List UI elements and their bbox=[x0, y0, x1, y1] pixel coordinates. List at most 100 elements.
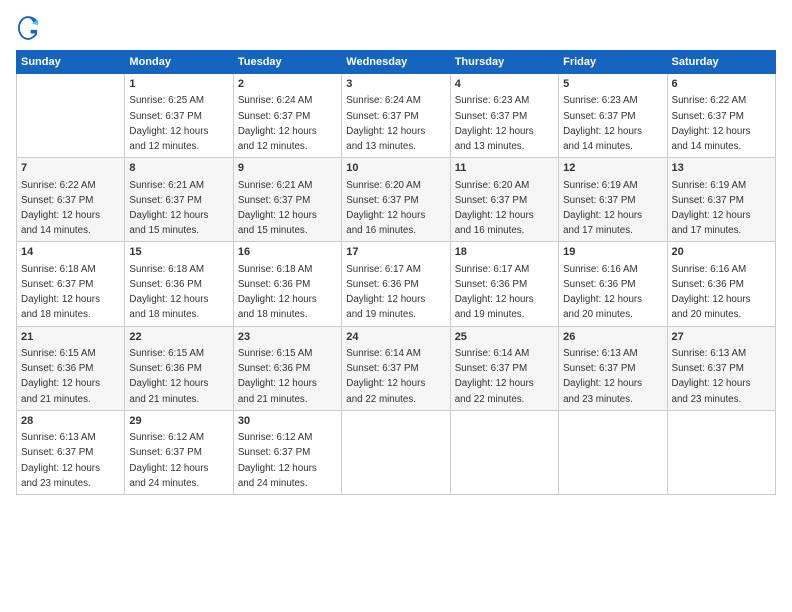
day-number: 13 bbox=[672, 161, 771, 176]
header-cell-thursday: Thursday bbox=[450, 51, 558, 74]
calendar-cell: 7 Sunrise: 6:22 AM Sunset: 6:37 PM Daylig… bbox=[17, 158, 125, 242]
day-number: 1 bbox=[129, 77, 228, 92]
calendar-cell: 10 Sunrise: 6:20 AM Sunset: 6:37 PM Dayli… bbox=[342, 158, 450, 242]
calendar-cell: 12 Sunrise: 6:19 AM Sunset: 6:37 PM Dayli… bbox=[559, 158, 667, 242]
week-row-4: 28 Sunrise: 6:13 AM Sunset: 6:37 PM Dayli… bbox=[17, 410, 776, 494]
calendar-cell: 1 Sunrise: 6:25 AM Sunset: 6:37 PM Daylig… bbox=[125, 74, 233, 158]
day-number: 27 bbox=[672, 330, 771, 345]
day-number: 6 bbox=[672, 77, 771, 92]
calendar-cell: 29Sunrise: 6:12 AM Sunset: 6:37 PM Dayli… bbox=[125, 410, 233, 494]
calendar-cell: 16Sunrise: 6:18 AM Sunset: 6:36 PM Dayli… bbox=[233, 242, 341, 326]
header-cell-monday: Monday bbox=[125, 51, 233, 74]
calendar-cell: 14 Sunrise: 6:18 AM Sunset: 6:37 PM Dayli… bbox=[17, 242, 125, 326]
day-number: 11 bbox=[455, 161, 554, 176]
day-info: Sunrise: 6:14 AM Sunset: 6:37 PM Dayligh… bbox=[346, 348, 425, 405]
calendar-cell: 19 Sunrise: 6:16 AM Sunset: 6:36 PM Dayli… bbox=[559, 242, 667, 326]
day-info: Sunrise: 6:13 AM Sunset: 6:37 PM Dayligh… bbox=[563, 348, 642, 405]
week-row-3: 21 Sunrise: 6:15 AM Sunset: 6:36 PM Dayli… bbox=[17, 326, 776, 410]
calendar-cell: 23Sunrise: 6:15 AM Sunset: 6:36 PM Dayli… bbox=[233, 326, 341, 410]
header-row: SundayMondayTuesdayWednesdayThursdayFrid… bbox=[17, 51, 776, 74]
day-info: Sunrise: 6:16 AM Sunset: 6:36 PM Dayligh… bbox=[563, 264, 642, 321]
day-info: Sunrise: 6:21 AM Sunset: 6:37 PM Dayligh… bbox=[129, 180, 208, 237]
calendar-cell: 22 Sunrise: 6:15 AM Sunset: 6:36 PM Dayli… bbox=[125, 326, 233, 410]
day-info: Sunrise: 6:14 AM Sunset: 6:37 PM Dayligh… bbox=[455, 348, 534, 405]
week-row-2: 14 Sunrise: 6:18 AM Sunset: 6:37 PM Dayli… bbox=[17, 242, 776, 326]
calendar-cell: 17 Sunrise: 6:17 AM Sunset: 6:36 PM Dayli… bbox=[342, 242, 450, 326]
day-number: 4 bbox=[455, 77, 554, 92]
week-row-0: 1 Sunrise: 6:25 AM Sunset: 6:37 PM Daylig… bbox=[17, 74, 776, 158]
day-number: 16 bbox=[238, 245, 337, 260]
calendar-cell bbox=[559, 410, 667, 494]
header-cell-saturday: Saturday bbox=[667, 51, 775, 74]
day-info: Sunrise: 6:22 AM Sunset: 6:37 PM Dayligh… bbox=[21, 180, 100, 237]
calendar-cell: 5 Sunrise: 6:23 AM Sunset: 6:37 PM Daylig… bbox=[559, 74, 667, 158]
day-info: Sunrise: 6:20 AM Sunset: 6:37 PM Dayligh… bbox=[455, 180, 534, 237]
calendar-table: SundayMondayTuesdayWednesdayThursdayFrid… bbox=[16, 50, 776, 495]
day-info: Sunrise: 6:25 AM Sunset: 6:37 PM Dayligh… bbox=[129, 95, 208, 152]
day-number: 8 bbox=[129, 161, 228, 176]
day-number: 30 bbox=[238, 414, 337, 429]
calendar-cell: 20 Sunrise: 6:16 AM Sunset: 6:36 PM Dayli… bbox=[667, 242, 775, 326]
calendar-cell bbox=[17, 74, 125, 158]
day-info: Sunrise: 6:15 AM Sunset: 6:36 PM Dayligh… bbox=[238, 348, 317, 405]
day-number: 22 bbox=[129, 330, 228, 345]
day-info: Sunrise: 6:16 AM Sunset: 6:36 PM Dayligh… bbox=[672, 264, 751, 321]
day-number: 15 bbox=[129, 245, 228, 260]
header-cell-wednesday: Wednesday bbox=[342, 51, 450, 74]
calendar-cell: 6Sunrise: 6:22 AM Sunset: 6:37 PM Daylig… bbox=[667, 74, 775, 158]
calendar-cell: 28 Sunrise: 6:13 AM Sunset: 6:37 PM Dayli… bbox=[17, 410, 125, 494]
day-number: 18 bbox=[455, 245, 554, 260]
day-number: 12 bbox=[563, 161, 662, 176]
day-number: 19 bbox=[563, 245, 662, 260]
day-number: 2 bbox=[238, 77, 337, 92]
calendar-cell bbox=[342, 410, 450, 494]
day-info: Sunrise: 6:13 AM Sunset: 6:37 PM Dayligh… bbox=[672, 348, 751, 405]
calendar-cell bbox=[667, 410, 775, 494]
day-number: 25 bbox=[455, 330, 554, 345]
calendar-cell: 2 Sunrise: 6:24 AM Sunset: 6:37 PM Daylig… bbox=[233, 74, 341, 158]
calendar-cell: 26 Sunrise: 6:13 AM Sunset: 6:37 PM Dayli… bbox=[559, 326, 667, 410]
calendar-cell: 8 Sunrise: 6:21 AM Sunset: 6:37 PM Daylig… bbox=[125, 158, 233, 242]
day-info: Sunrise: 6:24 AM Sunset: 6:37 PM Dayligh… bbox=[238, 95, 317, 152]
header-cell-friday: Friday bbox=[559, 51, 667, 74]
day-info: Sunrise: 6:18 AM Sunset: 6:37 PM Dayligh… bbox=[21, 264, 100, 321]
day-number: 17 bbox=[346, 245, 445, 260]
calendar-cell: 4 Sunrise: 6:23 AM Sunset: 6:37 PM Daylig… bbox=[450, 74, 558, 158]
day-number: 10 bbox=[346, 161, 445, 176]
day-info: Sunrise: 6:17 AM Sunset: 6:36 PM Dayligh… bbox=[346, 264, 425, 321]
calendar-cell bbox=[450, 410, 558, 494]
calendar-cell: 11 Sunrise: 6:20 AM Sunset: 6:37 PM Dayli… bbox=[450, 158, 558, 242]
week-row-1: 7 Sunrise: 6:22 AM Sunset: 6:37 PM Daylig… bbox=[17, 158, 776, 242]
day-number: 20 bbox=[672, 245, 771, 260]
day-info: Sunrise: 6:19 AM Sunset: 6:37 PM Dayligh… bbox=[563, 180, 642, 237]
calendar-cell: 18 Sunrise: 6:17 AM Sunset: 6:36 PM Dayli… bbox=[450, 242, 558, 326]
day-info: Sunrise: 6:13 AM Sunset: 6:37 PM Dayligh… bbox=[21, 432, 100, 489]
day-number: 3 bbox=[346, 77, 445, 92]
day-number: 14 bbox=[21, 245, 120, 260]
calendar-cell: 25 Sunrise: 6:14 AM Sunset: 6:37 PM Dayli… bbox=[450, 326, 558, 410]
calendar-cell: 27 Sunrise: 6:13 AM Sunset: 6:37 PM Dayli… bbox=[667, 326, 775, 410]
day-number: 5 bbox=[563, 77, 662, 92]
header bbox=[16, 16, 776, 40]
logo bbox=[16, 16, 40, 40]
day-number: 26 bbox=[563, 330, 662, 345]
day-info: Sunrise: 6:20 AM Sunset: 6:37 PM Dayligh… bbox=[346, 180, 425, 237]
page: SundayMondayTuesdayWednesdayThursdayFrid… bbox=[0, 0, 792, 612]
day-info: Sunrise: 6:15 AM Sunset: 6:36 PM Dayligh… bbox=[21, 348, 100, 405]
day-info: Sunrise: 6:17 AM Sunset: 6:36 PM Dayligh… bbox=[455, 264, 534, 321]
logo-icon bbox=[18, 16, 38, 40]
header-cell-sunday: Sunday bbox=[17, 51, 125, 74]
day-info: Sunrise: 6:12 AM Sunset: 6:37 PM Dayligh… bbox=[238, 432, 317, 489]
day-info: Sunrise: 6:24 AM Sunset: 6:37 PM Dayligh… bbox=[346, 95, 425, 152]
calendar-cell: 15 Sunrise: 6:18 AM Sunset: 6:36 PM Dayli… bbox=[125, 242, 233, 326]
day-number: 21 bbox=[21, 330, 120, 345]
day-info: Sunrise: 6:15 AM Sunset: 6:36 PM Dayligh… bbox=[129, 348, 208, 405]
day-number: 24 bbox=[346, 330, 445, 345]
day-info: Sunrise: 6:18 AM Sunset: 6:36 PM Dayligh… bbox=[129, 264, 208, 321]
day-number: 28 bbox=[21, 414, 120, 429]
day-info: Sunrise: 6:23 AM Sunset: 6:37 PM Dayligh… bbox=[563, 95, 642, 152]
day-number: 9 bbox=[238, 161, 337, 176]
day-info: Sunrise: 6:23 AM Sunset: 6:37 PM Dayligh… bbox=[455, 95, 534, 152]
day-info: Sunrise: 6:19 AM Sunset: 6:37 PM Dayligh… bbox=[672, 180, 751, 237]
day-number: 7 bbox=[21, 161, 120, 176]
